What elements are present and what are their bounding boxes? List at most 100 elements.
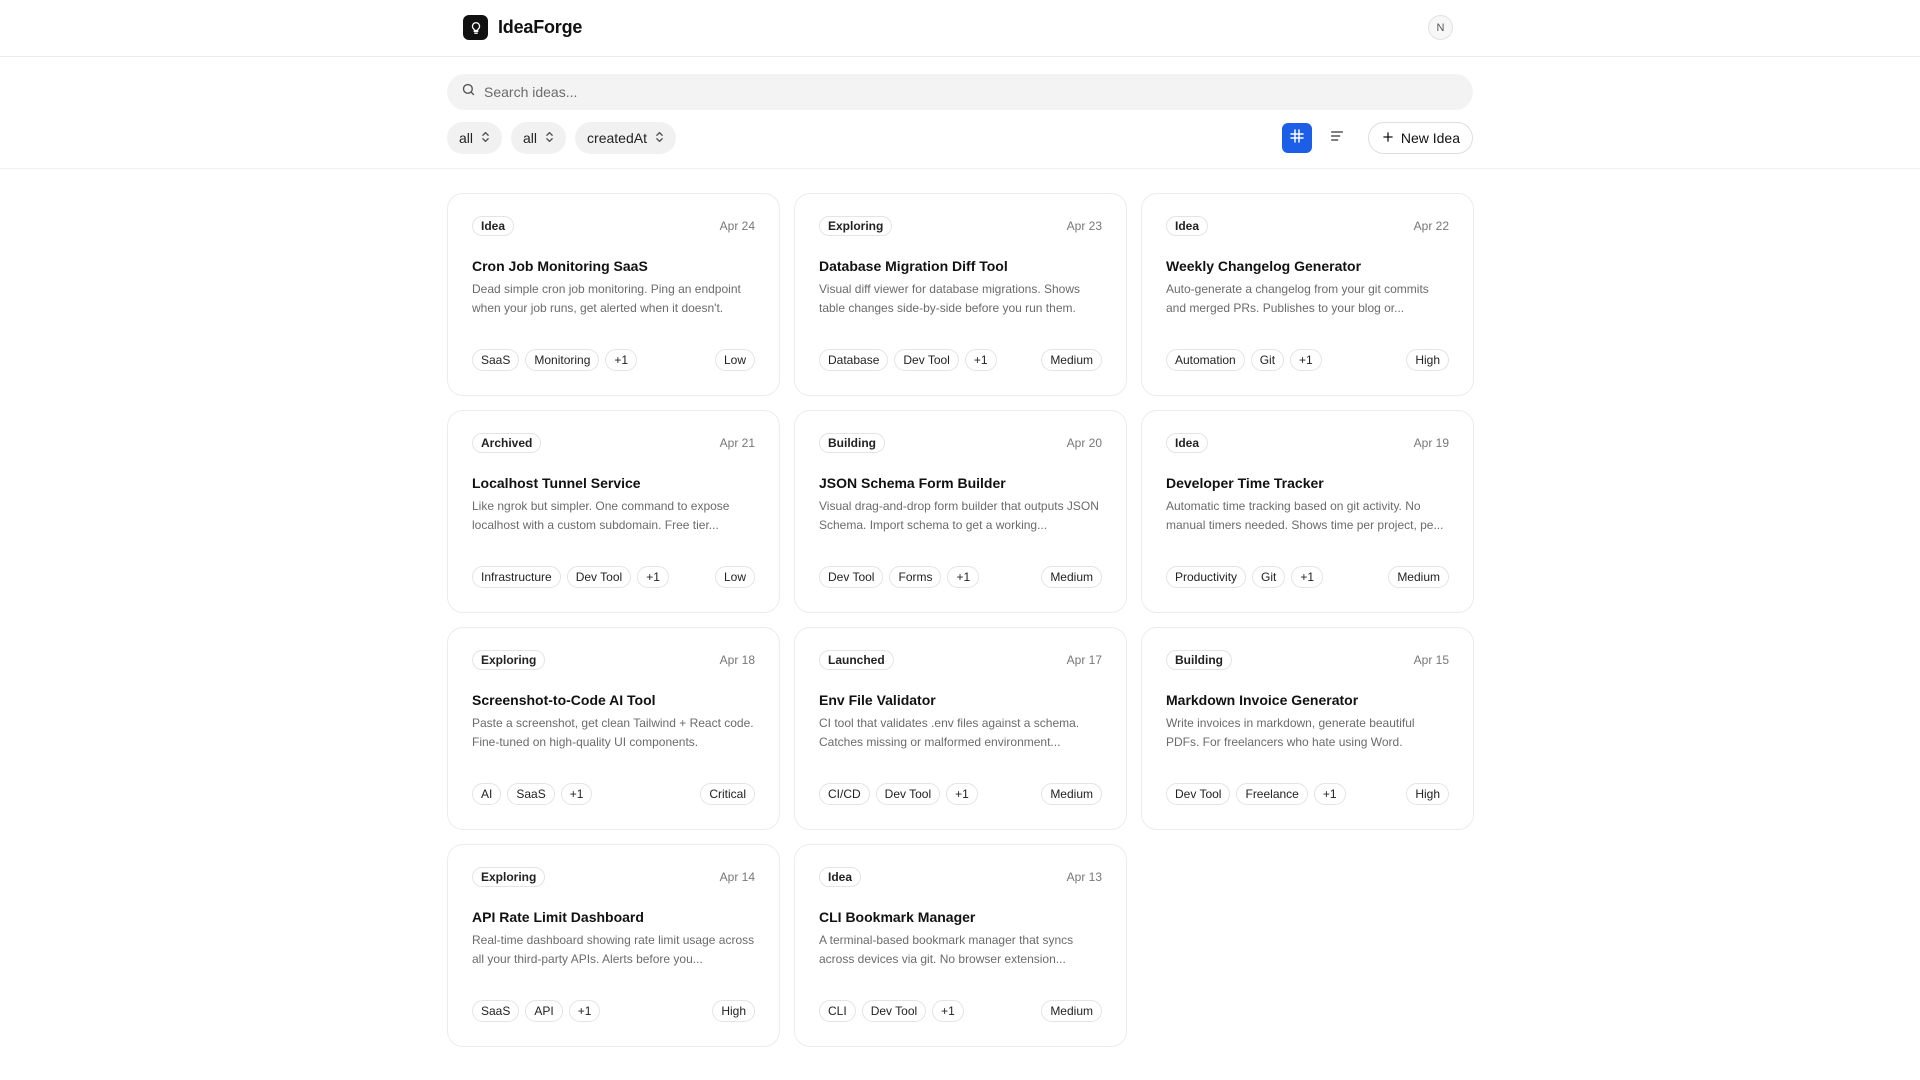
idea-title: Developer Time Tracker <box>1166 475 1324 491</box>
tag-list: Dev Tool Forms +1 <box>819 566 980 588</box>
idea-title: Cron Job Monitoring SaaS <box>472 258 648 274</box>
tag-list: Productivity Git +1 <box>1166 566 1324 588</box>
status-badge: Exploring <box>472 867 546 887</box>
priority-filter[interactable]: all <box>511 122 567 154</box>
filter-label: all <box>459 130 474 146</box>
more-tags-badge: +1 <box>1291 566 1324 588</box>
created-date: Apr 20 <box>1066 436 1102 450</box>
plus-icon <box>1381 130 1395 147</box>
created-date: Apr 23 <box>1066 219 1102 233</box>
tag-chip: Automation <box>1166 349 1245 371</box>
app-name: IdeaForge <box>498 17 583 37</box>
more-tags-badge: +1 <box>560 783 593 805</box>
avatar[interactable]: N <box>1428 15 1453 40</box>
idea-description: Real-time dashboard showing rate limit u… <box>472 933 755 966</box>
created-date: Apr 17 <box>1066 653 1102 667</box>
created-date: Apr 13 <box>1066 870 1102 884</box>
tag-list: CI/CD Dev Tool +1 <box>819 783 978 805</box>
idea-description: Write invoices in markdown, generate bea… <box>1166 716 1415 749</box>
tag-list: Infrastructure Dev Tool +1 <box>472 566 669 588</box>
idea-card[interactable]: Building Apr 15 Markdown Invoice Generat… <box>1141 627 1474 830</box>
idea-card[interactable]: Archived Apr 21 Localhost Tunnel Service… <box>447 410 780 613</box>
tag-chip: CI/CD <box>819 783 870 805</box>
more-tags-badge: +1 <box>605 349 638 371</box>
idea-card[interactable]: Exploring Apr 18 Screenshot-to-Code AI T… <box>447 627 780 830</box>
created-date: Apr 24 <box>719 219 755 233</box>
idea-card[interactable]: Launched Apr 17 Env File Validator CI to… <box>794 627 1127 830</box>
status-badge: Building <box>1166 650 1232 670</box>
view-controls: New Idea <box>1281 122 1473 154</box>
tag-chip: SaaS <box>472 349 520 371</box>
idea-title: API Rate Limit Dashboard <box>472 909 644 925</box>
tag-chip: Forms <box>889 566 942 588</box>
filter-label: createdAt <box>587 130 647 146</box>
idea-description: Visual diff viewer for database migratio… <box>819 282 1081 315</box>
status-badge: Exploring <box>472 650 546 670</box>
priority-badge: Medium <box>1041 566 1102 588</box>
sort-filter[interactable]: createdAt <box>575 122 676 154</box>
tag-chip: Database <box>819 349 889 371</box>
tag-chip: Monitoring <box>525 349 600 371</box>
idea-title: JSON Schema Form Builder <box>819 475 1006 491</box>
tag-chip: SaaS <box>472 1000 520 1022</box>
search-bar[interactable] <box>447 74 1473 110</box>
created-date: Apr 18 <box>719 653 755 667</box>
search-input[interactable] <box>484 84 1473 100</box>
tag-list: SaaS API +1 <box>472 1000 601 1022</box>
idea-card[interactable]: Building Apr 20 JSON Schema Form Builder… <box>794 410 1127 613</box>
filter-group: all all createdAt <box>447 122 676 154</box>
brand[interactable]: IdeaForge <box>463 15 582 40</box>
idea-card[interactable]: Idea Apr 19 Developer Time Tracker Autom… <box>1141 410 1474 613</box>
idea-card[interactable]: Idea Apr 24 Cron Job Monitoring SaaS Dea… <box>447 193 780 396</box>
tag-chip: CLI <box>819 1000 856 1022</box>
priority-badge: Medium <box>1388 566 1449 588</box>
tag-list: CLI Dev Tool +1 <box>819 1000 964 1022</box>
tag-list: AI SaaS +1 <box>472 783 593 805</box>
idea-card[interactable]: Exploring Apr 14 API Rate Limit Dashboar… <box>447 844 780 1047</box>
idea-description: A terminal-based bookmark manager that s… <box>819 933 1074 966</box>
tag-list: SaaS Monitoring +1 <box>472 349 638 371</box>
more-tags-badge: +1 <box>946 783 978 805</box>
chevron-up-down-icon <box>481 130 490 147</box>
grid-view-button[interactable] <box>1281 123 1312 153</box>
tag-list: Dev Tool Freelance +1 <box>1166 783 1346 805</box>
idea-card[interactable]: Idea Apr 13 CLI Bookmark Manager A termi… <box>794 844 1127 1047</box>
tag-chip: Git <box>1252 566 1286 588</box>
created-date: Apr 14 <box>719 870 755 884</box>
created-date: Apr 15 <box>1413 653 1449 667</box>
status-badge: Archived <box>472 433 542 453</box>
idea-description: Automatic time tracking based on git act… <box>1166 499 1444 532</box>
created-date: Apr 19 <box>1413 436 1449 450</box>
idea-description: Like ngrok but simpler. One command to e… <box>472 499 730 532</box>
chevron-up-down-icon <box>655 130 664 147</box>
new-idea-button[interactable]: New Idea <box>1367 122 1473 154</box>
lightbulb-icon <box>463 15 488 40</box>
tag-chip: Infrastructure <box>472 566 561 588</box>
status-badge: Launched <box>819 650 894 670</box>
ideas-grid: Idea Apr 24 Cron Job Monitoring SaaS Dea… <box>447 193 1474 1047</box>
more-tags-badge: +1 <box>1290 349 1322 371</box>
status-badge: Idea <box>1166 433 1209 453</box>
chevron-up-down-icon <box>545 130 554 147</box>
more-tags-badge: +1 <box>637 566 669 588</box>
top-nav-bar: IdeaForge N <box>0 0 1920 57</box>
idea-title: Markdown Invoice Generator <box>1166 692 1359 708</box>
idea-card[interactable]: Idea Apr 22 Weekly Changelog Generator A… <box>1141 193 1474 396</box>
tag-chip: Dev Tool <box>566 566 632 588</box>
list-view-button[interactable] <box>1322 123 1352 153</box>
idea-card[interactable]: Exploring Apr 23 Database Migration Diff… <box>794 193 1127 396</box>
priority-badge: Medium <box>1041 783 1102 805</box>
filter-label: all <box>523 130 538 146</box>
idea-title: Weekly Changelog Generator <box>1166 258 1362 274</box>
priority-badge: High <box>1406 783 1449 805</box>
idea-description: Dead simple cron job monitoring. Ping an… <box>472 282 741 315</box>
idea-title: Screenshot-to-Code AI Tool <box>472 692 656 708</box>
status-badge: Exploring <box>819 216 893 236</box>
list-lines-icon <box>1329 128 1345 149</box>
more-tags-badge: +1 <box>947 566 980 588</box>
tag-chip: Dev Tool <box>894 349 959 371</box>
status-filter[interactable]: all <box>447 122 503 154</box>
tag-chip: Dev Tool <box>875 783 941 805</box>
priority-badge: High <box>1406 349 1449 371</box>
tag-chip: AI <box>472 783 502 805</box>
